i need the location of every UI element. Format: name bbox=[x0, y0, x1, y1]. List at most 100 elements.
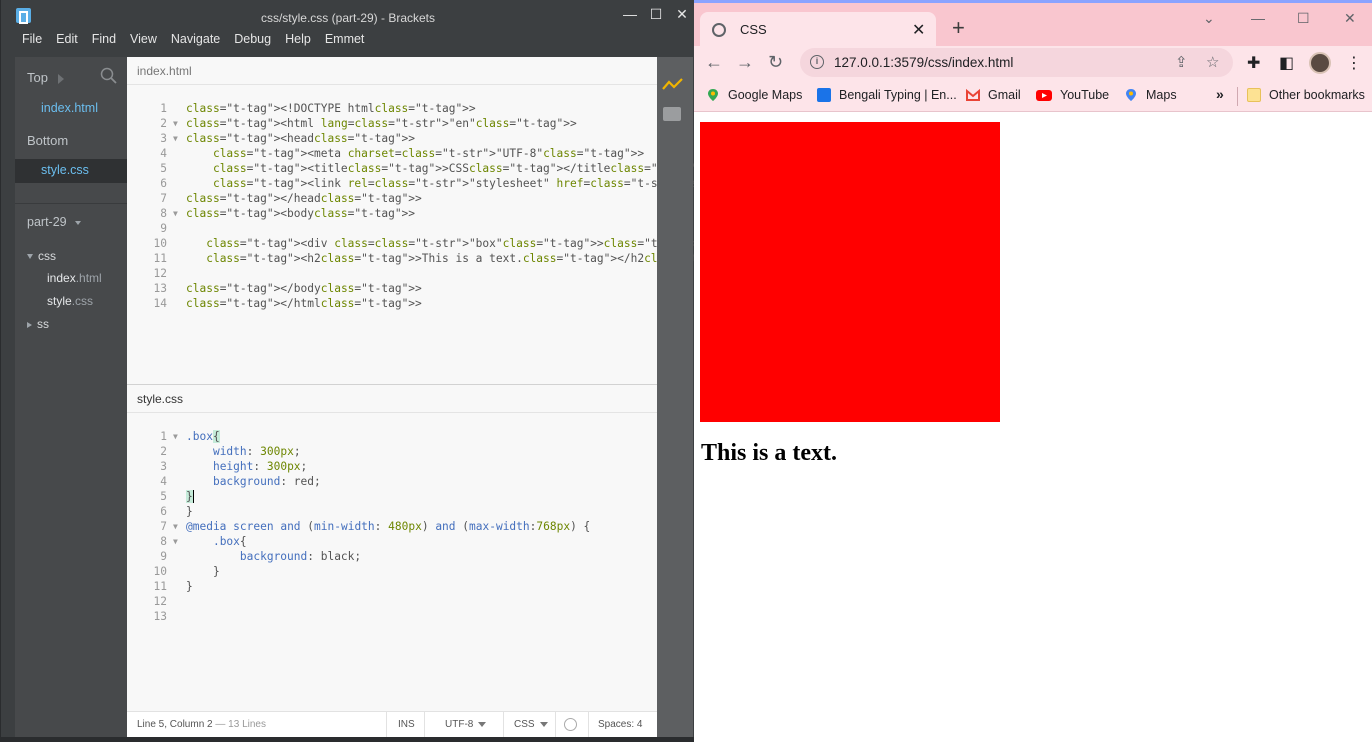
pane-header-index-html[interactable]: index.html bbox=[127, 57, 657, 85]
tab-close-icon[interactable]: ✕ bbox=[912, 20, 925, 40]
code-line[interactable]: 13 bbox=[127, 609, 657, 624]
extension-manager-icon[interactable] bbox=[663, 107, 681, 121]
forward-icon[interactable]: → bbox=[736, 52, 754, 73]
code-line[interactable]: 11} bbox=[127, 579, 657, 594]
menu-navigate[interactable]: Navigate bbox=[164, 30, 227, 50]
fold-arrow-icon[interactable]: ▼ bbox=[173, 131, 178, 146]
language-dropdown[interactable]: CSS bbox=[514, 712, 548, 738]
live-preview-icon[interactable] bbox=[662, 77, 684, 93]
code-line[interactable]: 4 class="t-tag"><meta charset=class="t-s… bbox=[127, 146, 657, 161]
code-pane-html[interactable]: 1 class="t-tag"><!DOCTYPE htmlclass="t-ta… bbox=[127, 101, 860, 311]
working-set-top-label[interactable]: Top bbox=[27, 70, 69, 85]
split-view-icon[interactable] bbox=[57, 73, 64, 84]
profile-avatar[interactable] bbox=[1309, 52, 1331, 74]
tree-file-index-html[interactable]: index.html bbox=[47, 271, 102, 285]
linter-status-icon[interactable] bbox=[564, 718, 577, 731]
code-line[interactable]: 2 ▼ class="t-tag"><html lang=class="t-str"… bbox=[127, 116, 657, 131]
maximize-icon[interactable]: ☐ bbox=[644, 3, 668, 25]
cursor-position: Line 5, Column 2 — 13 Lines bbox=[137, 719, 266, 730]
bookmark-bengali-typing[interactable]: Bengali Typing | En... bbox=[817, 88, 957, 102]
code-line[interactable]: 8 ▼ class="t-tag"><bodyclass="t-tag">> bbox=[127, 206, 657, 221]
new-tab-button[interactable]: + bbox=[952, 17, 965, 39]
menu-help[interactable]: Help bbox=[278, 30, 318, 50]
minimize-icon[interactable]: — bbox=[618, 3, 642, 25]
encoding-dropdown[interactable]: UTF-8 bbox=[445, 712, 487, 738]
address-bar[interactable]: i 127.0.0.1:3579/css/index.html ⇪ ☆ bbox=[800, 48, 1233, 77]
code-line[interactable]: 13 class="t-tag"></bodyclass="t-tag">> bbox=[127, 281, 657, 296]
code-line[interactable]: 12 bbox=[127, 266, 657, 281]
share-icon[interactable]: ⇪ bbox=[1175, 53, 1188, 71]
code-line[interactable]: 14 class="t-tag"></htmlclass="t-tag">> bbox=[127, 296, 657, 311]
code-line[interactable]: 7 class="t-tag"></headclass="t-tag">> bbox=[127, 191, 657, 206]
tree-file-style-css[interactable]: style.css bbox=[47, 294, 93, 308]
minimize-icon[interactable]: — bbox=[1251, 10, 1265, 26]
reload-icon[interactable]: ↻ bbox=[768, 52, 783, 73]
extensions-icon[interactable]: ✚ bbox=[1247, 53, 1260, 73]
bookmark-youtube[interactable]: YouTube bbox=[1036, 88, 1109, 102]
code-line[interactable]: 9 background: black; bbox=[127, 549, 657, 564]
code-line[interactable]: 11 class="t-tag"><h2class="t-tag">>This … bbox=[127, 251, 746, 266]
code-line[interactable]: 1 ▼ .box{ bbox=[127, 429, 657, 444]
url-text[interactable]: 127.0.0.1:3579/css/index.html bbox=[834, 55, 1013, 70]
line-number: 6 bbox=[160, 505, 167, 518]
indent-spaces[interactable]: Spaces: 4 bbox=[598, 712, 642, 738]
tab-search-icon[interactable]: ⌄ bbox=[1203, 10, 1215, 27]
pane-header-style-css[interactable]: style.css bbox=[127, 385, 657, 413]
code-line[interactable]: 5 class="t-tag"><titleclass="t-tag">>CSS… bbox=[127, 161, 711, 176]
search-icon[interactable] bbox=[100, 67, 118, 85]
bookmark-gmail[interactable]: Gmail bbox=[966, 88, 1021, 102]
code-line[interactable]: 2 width: 300px; bbox=[127, 444, 657, 459]
menu-emmet[interactable]: Emmet bbox=[318, 30, 372, 50]
code-line[interactable]: 3 ▼ class="t-tag"><headclass="t-tag">> bbox=[127, 131, 657, 146]
code-line[interactable]: 6} bbox=[127, 504, 657, 519]
bookmark-google-maps[interactable]: Google Maps bbox=[706, 88, 802, 102]
insert-mode[interactable]: INS bbox=[398, 712, 415, 738]
menu-view[interactable]: View bbox=[123, 30, 164, 50]
code-line[interactable]: 12 bbox=[127, 594, 657, 609]
code-line[interactable]: 3 height: 300px; bbox=[127, 459, 657, 474]
code-line[interactable]: 5} bbox=[127, 489, 657, 504]
fold-arrow-icon[interactable]: ▼ bbox=[173, 519, 178, 534]
fold-arrow-icon[interactable]: ▼ bbox=[173, 534, 178, 549]
folder-css[interactable]: css bbox=[27, 249, 56, 263]
code-line[interactable]: 9 bbox=[127, 221, 657, 236]
menu-edit[interactable]: Edit bbox=[49, 30, 85, 50]
close-icon[interactable]: ✕ bbox=[1344, 10, 1356, 27]
code-text: .box{ bbox=[186, 430, 220, 443]
working-file-index-html[interactable]: index.html bbox=[41, 101, 98, 115]
code-line[interactable]: 4 background: red; bbox=[127, 474, 657, 489]
menu-kebab-icon[interactable]: ⋮ bbox=[1346, 53, 1362, 73]
menu-find[interactable]: Find bbox=[85, 30, 123, 50]
code-line[interactable]: 7 ▼ @media screen and (min-width: 480px) a… bbox=[127, 519, 657, 534]
close-icon[interactable]: ✕ bbox=[670, 3, 694, 25]
back-icon[interactable]: ← bbox=[705, 52, 723, 73]
maximize-icon[interactable]: ☐ bbox=[1297, 10, 1310, 27]
code-line[interactable]: 10 } bbox=[127, 564, 657, 579]
more-bookmarks-icon[interactable]: » bbox=[1216, 86, 1224, 102]
fold-arrow-icon[interactable]: ▼ bbox=[173, 206, 178, 221]
menu-debug[interactable]: Debug bbox=[227, 30, 278, 50]
site-info-icon[interactable]: i bbox=[810, 55, 824, 69]
fold-arrow-icon[interactable]: ▼ bbox=[173, 116, 178, 131]
code-pane-css[interactable]: 1 ▼ .box{2 width: 300px; 3 height: 300px; 4 … bbox=[127, 429, 657, 624]
bookmark-maps[interactable]: Maps bbox=[1124, 88, 1177, 102]
code-text: } bbox=[186, 505, 193, 518]
code-line[interactable]: 1 class="t-tag"><!DOCTYPE htmlclass="t-ta… bbox=[127, 101, 657, 116]
tab-strip: CSS ✕ + ⌄ — ☐ ✕ bbox=[694, 0, 1372, 49]
line-number: 2 bbox=[160, 445, 167, 458]
fold-arrow-icon[interactable]: ▼ bbox=[173, 429, 178, 444]
menu-file[interactable]: File bbox=[15, 30, 49, 50]
browser-tab[interactable]: CSS ✕ bbox=[700, 12, 936, 49]
project-dropdown[interactable]: part-29 bbox=[27, 215, 82, 229]
code-text: } bbox=[186, 490, 194, 503]
code-line[interactable]: 10 class="t-tag"><div class=class="t-str… bbox=[127, 236, 833, 251]
side-panel-icon[interactable]: ◧ bbox=[1279, 53, 1294, 73]
code-line[interactable]: 8 ▼ .box{ bbox=[127, 534, 657, 549]
code-line[interactable]: 6 class="t-tag"><link rel=class="t-str">… bbox=[127, 176, 859, 191]
brackets-titlebar[interactable]: css/style.css (part-29) - Brackets — ☐ ✕ bbox=[1, 0, 695, 30]
bookmark-other[interactable]: Other bookmarks bbox=[1247, 88, 1365, 102]
line-number: 9 bbox=[160, 550, 167, 563]
bookmark-star-icon[interactable]: ☆ bbox=[1206, 53, 1219, 71]
folder-ss[interactable]: ss bbox=[27, 317, 49, 331]
working-file-style-css[interactable]: style.css bbox=[41, 163, 89, 177]
